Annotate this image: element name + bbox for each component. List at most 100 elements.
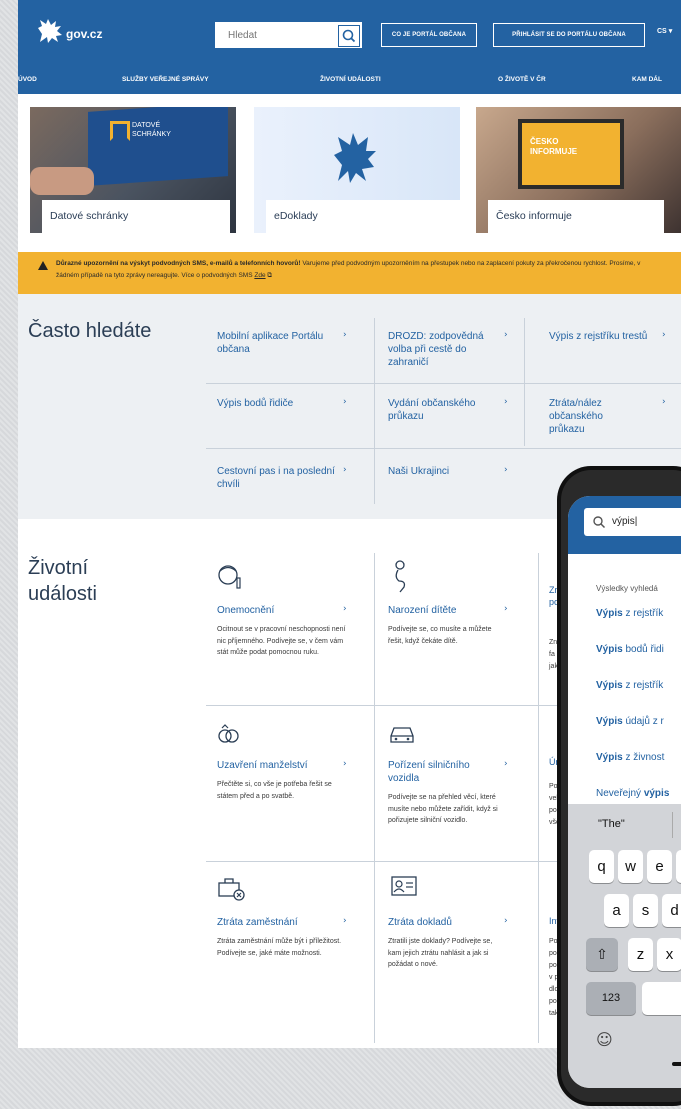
quick-link[interactable]: Naši Ukrajinci bbox=[388, 465, 508, 478]
nav-item-kam-dal[interactable]: KAM DÁL bbox=[632, 76, 662, 83]
quick-link[interactable]: DROZD: zodpovědná volba při cestě do zah… bbox=[388, 330, 508, 369]
sick-person-icon bbox=[218, 565, 241, 589]
phone-results-title: Výsledky vyhledá bbox=[596, 584, 658, 593]
divider bbox=[206, 448, 681, 449]
warning-link[interactable]: Zde bbox=[254, 272, 265, 279]
quick-link[interactable]: Mobilní aplikace Portálu občana bbox=[217, 330, 337, 356]
nav-item-o-zivote[interactable]: O ŽIVOTĚ V ČR bbox=[498, 76, 546, 83]
life-event-desc: Přečtěte si, co vše je potřeba řešit se … bbox=[217, 781, 332, 800]
chevron-right-icon: › bbox=[504, 759, 508, 769]
search-box bbox=[215, 22, 362, 48]
briefcase-lost-icon bbox=[218, 878, 245, 901]
divider bbox=[206, 383, 681, 384]
emoji-icon[interactable]: ☺ bbox=[596, 1030, 613, 1049]
quick-link[interactable]: Výpis z rejstříku trestů bbox=[549, 330, 649, 343]
nav-item-sluzby[interactable]: SLUŽBY VEŘEJNÉ SPRÁVY bbox=[122, 76, 209, 83]
key-e[interactable]: e bbox=[647, 850, 672, 883]
top-bar: gov.cz CO JE PORTÁL OBČANA PŘIHLÁSIT SE … bbox=[18, 0, 681, 68]
quick-link[interactable]: Cestovní pas i na poslední chvíli bbox=[217, 465, 337, 491]
external-link-icon: ⧉ bbox=[267, 272, 273, 279]
section-title: Životní události bbox=[28, 557, 97, 605]
phone-keyboard: "The" q w e a s d ⇧ z x 123 ☺ bbox=[568, 804, 681, 1088]
czech-lion-icon bbox=[334, 133, 376, 183]
czech-lion-logo-icon[interactable] bbox=[34, 16, 66, 46]
tile-laptop-label: ČESKO INFORMUJE bbox=[530, 137, 578, 156]
partial-text: po bbox=[549, 950, 557, 957]
space-key[interactable] bbox=[642, 982, 681, 1015]
partial-text: Zn bbox=[549, 639, 558, 646]
life-event-title[interactable]: Pořízení silničního vozidla bbox=[388, 759, 498, 785]
life-event-desc: Ztráta zaměstnání může být i příležitost… bbox=[217, 938, 342, 957]
keyboard-suggestion[interactable]: "The" bbox=[598, 818, 625, 830]
phone-result[interactable]: Výpis údajů z r bbox=[596, 716, 664, 727]
chevron-right-icon: › bbox=[504, 916, 508, 926]
warning-icon bbox=[38, 261, 48, 270]
phone-result[interactable]: Výpis z rejstřík bbox=[596, 680, 663, 691]
key-s[interactable]: s bbox=[633, 894, 658, 927]
id-card-icon bbox=[391, 876, 417, 896]
phone-result[interactable]: Neveřejný výpis bbox=[596, 788, 669, 799]
warning-bold: Důrazné upozornění na výskyt podvodných … bbox=[56, 260, 301, 267]
quick-link[interactable]: Výpis bodů řidiče bbox=[217, 397, 337, 410]
language-switch[interactable]: CS ▾ bbox=[657, 27, 672, 35]
phone-header: výpis| bbox=[568, 496, 681, 554]
logo-text[interactable]: gov.cz bbox=[66, 27, 102, 41]
chevron-right-icon: › bbox=[343, 604, 347, 614]
chevron-down-icon: ▾ bbox=[668, 28, 673, 35]
tile-laptop-label: DATOVÉ SCHRÁNKY bbox=[132, 122, 171, 138]
numbers-key[interactable]: 123 bbox=[586, 982, 636, 1015]
tile-edoklady[interactable]: eDoklady bbox=[254, 107, 460, 233]
chevron-right-icon: › bbox=[504, 397, 508, 407]
wedding-rings-icon bbox=[218, 724, 239, 743]
search-button[interactable] bbox=[338, 25, 360, 47]
tile-datove-schranky[interactable]: DATOVÉ SCHRÁNKY Datové schránky bbox=[30, 107, 236, 233]
section-title: Často hledáte bbox=[28, 320, 152, 342]
phone-result[interactable]: Výpis z živnost bbox=[596, 752, 664, 763]
life-event-desc: Podívejte se na přehled věcí, které musí… bbox=[388, 794, 498, 824]
hands bbox=[30, 167, 94, 195]
chevron-right-icon: › bbox=[504, 604, 508, 614]
key-x[interactable]: x bbox=[657, 938, 681, 971]
tile-cesko-informuje[interactable]: ČESKO INFORMUJE Česko informuje bbox=[476, 107, 681, 233]
tile-caption: Česko informuje bbox=[488, 200, 664, 233]
partial-text: po bbox=[549, 807, 557, 814]
divider bbox=[672, 812, 673, 838]
key-d[interactable]: d bbox=[662, 894, 681, 927]
key-q[interactable]: q bbox=[589, 850, 614, 883]
about-portal-button[interactable]: CO JE PORTÁL OBČANA bbox=[381, 23, 477, 47]
datove-schranky-logo-icon bbox=[110, 121, 130, 141]
shift-key[interactable]: ⇧ bbox=[586, 938, 618, 971]
tile-caption: Datové schránky bbox=[42, 200, 230, 233]
warning-text: Důrazné upozornění na výskyt podvodných … bbox=[56, 258, 656, 282]
quick-link[interactable]: Vydání občanského průkazu bbox=[388, 397, 508, 423]
life-event-title[interactable]: Ztráta zaměstnání bbox=[217, 916, 298, 929]
shift-icon: ⇧ bbox=[596, 946, 608, 962]
car-icon bbox=[390, 727, 414, 743]
life-event-title[interactable]: Uzavření manželství bbox=[217, 759, 308, 772]
life-event-desc: Ocitnout se v pracovní neschopnosti není… bbox=[217, 626, 346, 656]
key-r[interactable] bbox=[676, 850, 681, 883]
divider bbox=[538, 553, 539, 1043]
login-button[interactable]: PŘIHLÁSIT SE DO PORTÁLU OBČANA bbox=[493, 23, 645, 47]
phone-result[interactable]: Výpis z rejstřík bbox=[596, 608, 663, 619]
life-event-desc: Ztratili jste doklady? Podívejte se, kam… bbox=[388, 938, 493, 968]
life-event-title[interactable]: Onemocnění bbox=[217, 604, 274, 617]
phone-search-field[interactable]: výpis| bbox=[584, 508, 681, 536]
life-event-title[interactable]: Ztráta dokladů bbox=[388, 916, 452, 929]
key-a[interactable]: a bbox=[604, 894, 629, 927]
phone-search-value: výpis| bbox=[612, 516, 638, 527]
quick-link[interactable]: Ztráta/nález občanského průkazu bbox=[549, 397, 639, 436]
divider bbox=[374, 553, 375, 1043]
chevron-right-icon: › bbox=[662, 330, 666, 340]
chevron-right-icon: › bbox=[504, 330, 508, 340]
key-z[interactable]: z bbox=[628, 938, 653, 971]
phone-result[interactable]: Výpis bodů řidi bbox=[596, 644, 664, 655]
main-nav: ÚVOD SLUŽBY VEŘEJNÉ SPRÁVY ŽIVOTNÍ UDÁLO… bbox=[18, 68, 681, 94]
nav-item-zivotni-udalosti[interactable]: ŽIVOTNÍ UDÁLOSTI bbox=[320, 76, 381, 83]
search-input[interactable] bbox=[216, 23, 346, 47]
life-event-title[interactable]: Narození dítěte bbox=[388, 604, 456, 617]
key-w[interactable]: w bbox=[618, 850, 643, 883]
nav-item-uvod[interactable]: ÚVOD bbox=[18, 76, 37, 83]
search-icon bbox=[342, 29, 356, 43]
life-event-desc: Podívejte se, co musíte a můžete řešit, … bbox=[388, 626, 492, 645]
